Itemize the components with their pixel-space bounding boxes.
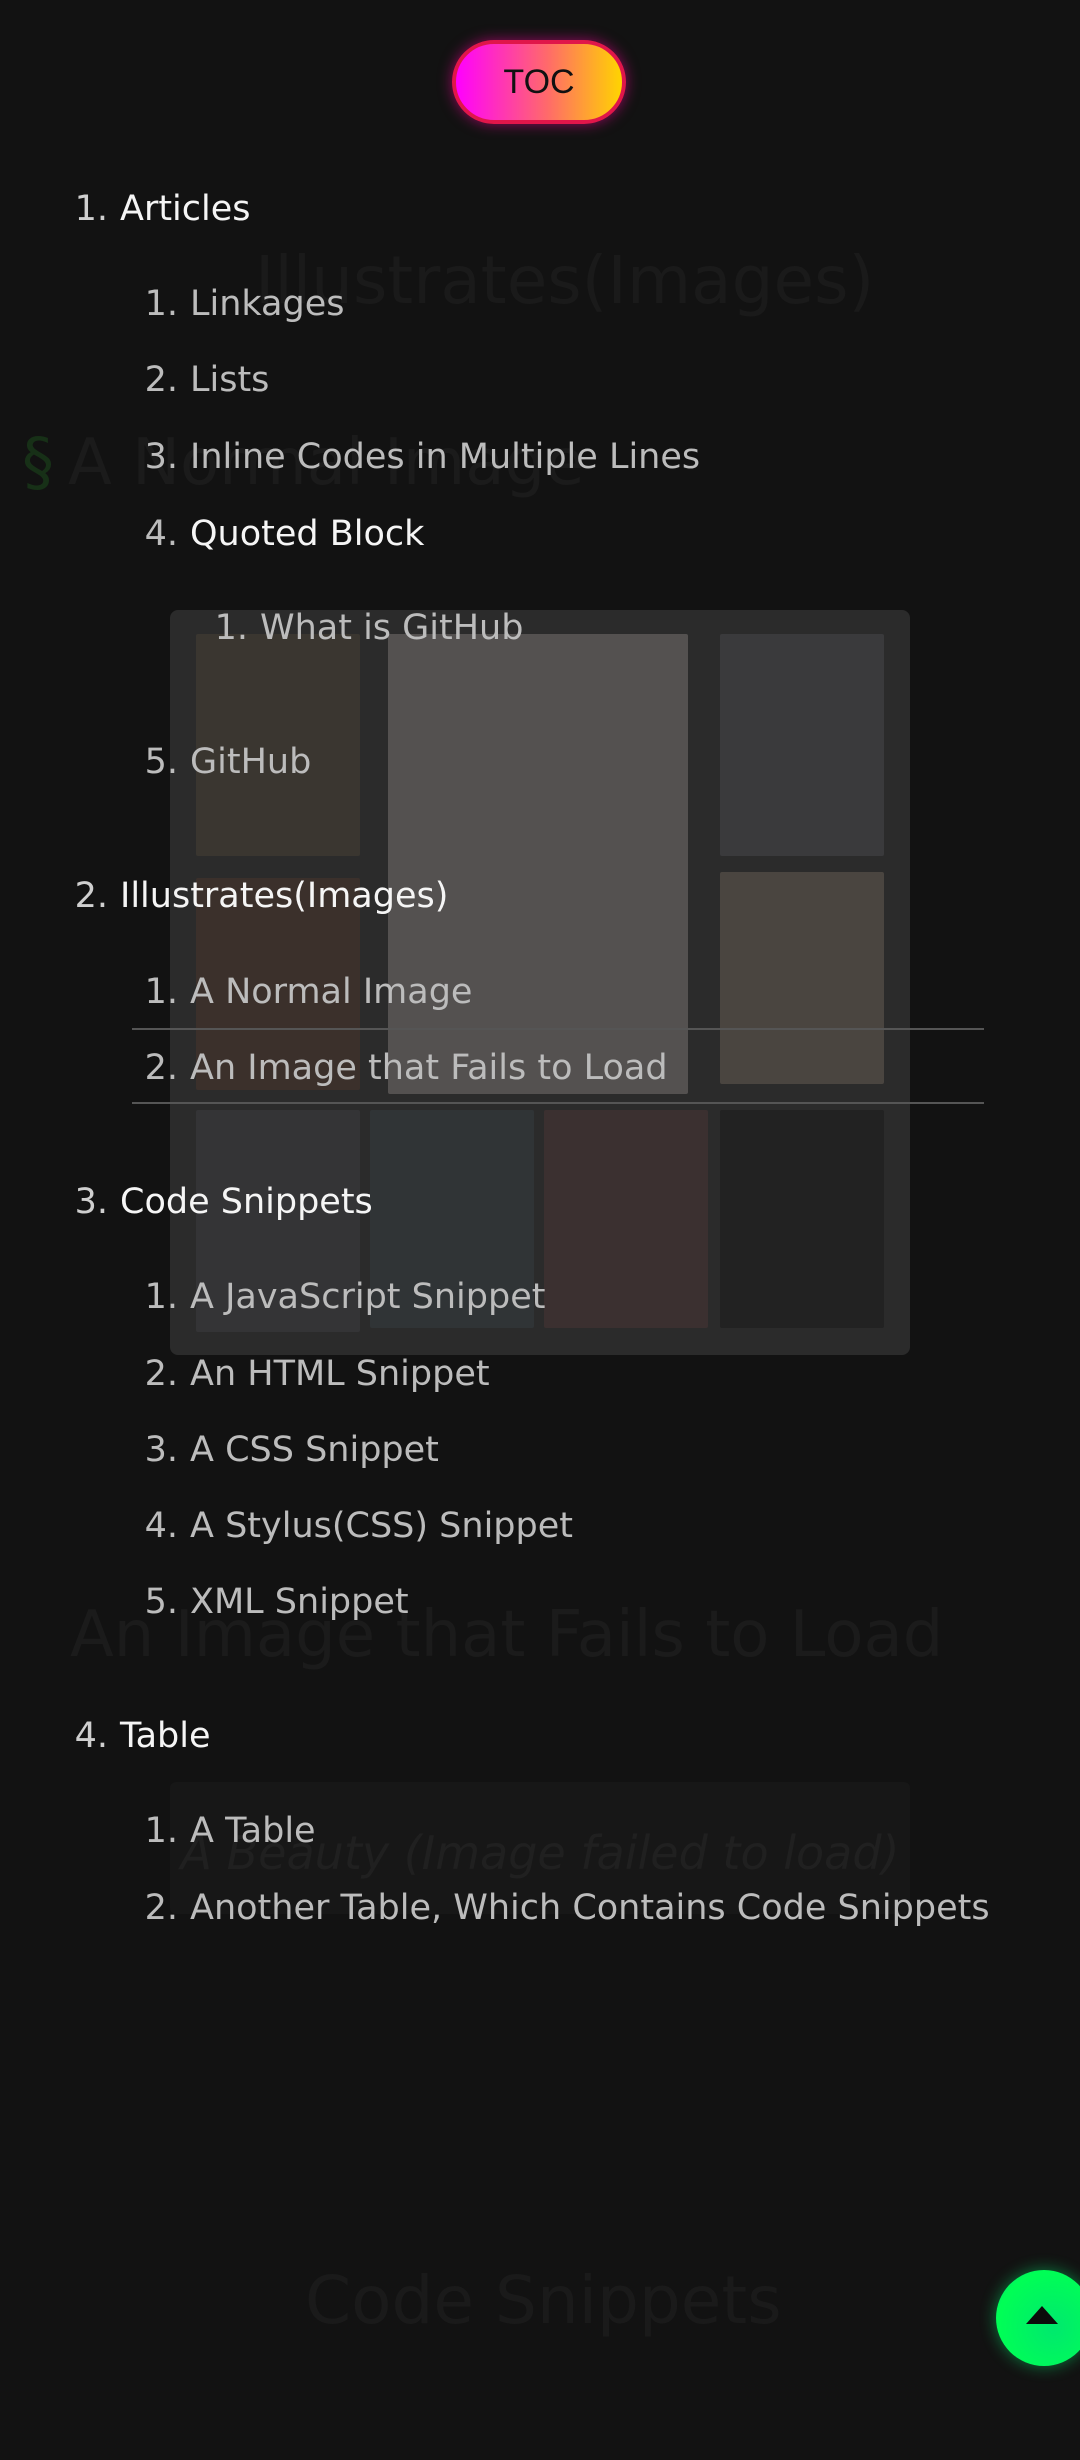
- toc-item-label: Articles: [120, 189, 251, 229]
- page: Illustrates(Images) § A Normal Image An I…: [0, 0, 1080, 2460]
- toc-item-number: 2.: [144, 360, 178, 400]
- toc-item-label: Table: [120, 1716, 211, 1756]
- toc-item-label: Lists: [190, 360, 270, 400]
- toc-toggle-button[interactable]: TOC: [452, 40, 626, 124]
- toc-item-label: A Stylus(CSS) Snippet: [190, 1506, 573, 1546]
- toc-item-number: 2.: [144, 1888, 178, 1928]
- toc-item-label: XML Snippet: [190, 1582, 409, 1622]
- toc-item-number: 4.: [144, 514, 178, 554]
- toc-item-label: Quoted Block: [190, 514, 425, 554]
- toc-item-label: Another Table, Which Contains Code Snipp…: [190, 1888, 990, 1928]
- toc-item-label: A JavaScript Snippet: [190, 1277, 546, 1317]
- toc-item-label: What is GitHub: [260, 608, 524, 648]
- toc-item-number: 1.: [74, 189, 108, 229]
- toc-item-number: 3.: [74, 1182, 108, 1222]
- toc-item-label: Illustrates(Images): [120, 876, 449, 916]
- toc-item-number: 1.: [144, 1277, 178, 1317]
- toc-item-number: 3.: [144, 1430, 178, 1470]
- toc-item-number: 2.: [144, 1048, 178, 1088]
- toc-item-number: 2.: [74, 876, 108, 916]
- toc-item-label: A CSS Snippet: [190, 1430, 439, 1470]
- table-of-contents: 1. Articles 1. Linkages 2. Lists 3. Inli…: [0, 0, 1080, 2460]
- toc-item-label: GitHub: [190, 742, 312, 782]
- toc-item-number: 1.: [144, 972, 178, 1012]
- toc-item-number: 4.: [144, 1506, 178, 1546]
- toc-item-number: 1.: [144, 1811, 178, 1851]
- toc-item-number: 4.: [74, 1716, 108, 1756]
- arrow-up-icon: [1026, 2306, 1058, 2324]
- toc-item-number: 2.: [144, 1354, 178, 1394]
- toc-item-number: 1.: [144, 284, 178, 324]
- toc-item-label: A Table: [190, 1811, 316, 1851]
- toc-item-number: 3.: [144, 437, 178, 477]
- toc-item-label: Inline Codes in Multiple Lines: [190, 437, 701, 477]
- toc-item-label: Code Snippets: [120, 1182, 373, 1222]
- toc-item-number: 1.: [214, 608, 248, 648]
- toc-item-label: Linkages: [190, 284, 345, 324]
- toc-item-number: 5.: [144, 742, 178, 782]
- toc-item-number: 5.: [144, 1582, 178, 1622]
- toc-item-label: An Image that Fails to Load: [190, 1048, 668, 1088]
- toc-item-label: An HTML Snippet: [190, 1354, 490, 1394]
- toc-item-label: A Normal Image: [190, 972, 473, 1012]
